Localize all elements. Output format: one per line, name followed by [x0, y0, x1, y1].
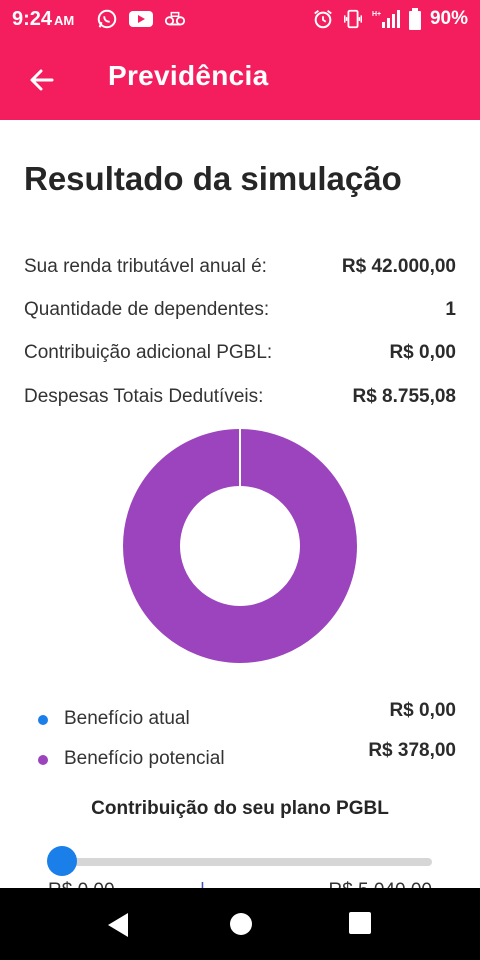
info-row-dependentes: Quantidade de dependentes: 1: [24, 299, 456, 329]
contribution-slider-thumb[interactable]: [47, 846, 77, 876]
info-value: R$ 42.000,00: [341, 256, 456, 277]
vibrate-icon: [343, 9, 362, 29]
status-ampm: AM: [54, 13, 75, 28]
app-title: Previdência: [108, 60, 269, 91]
legend-value: R$ 0,00: [389, 700, 456, 721]
legend-label: Benefício potencial: [64, 748, 225, 769]
status-time: 9:24 AM: [12, 8, 74, 31]
back-button[interactable]: [26, 64, 58, 96]
main-content[interactable]: Resultado da simulação Sua renda tributá…: [0, 120, 480, 888]
legend-item-beneficio-atual: Benefício atual R$ 0,00: [38, 700, 456, 738]
page-title: Resultado da simulação: [24, 160, 402, 197]
info-value: R$ 0,00: [389, 342, 456, 363]
slider-max-label: R$ 5.040,00: [328, 880, 432, 888]
legend-dot: [38, 715, 48, 725]
legend-item-beneficio-potencial: Benefício potencial R$ 378,00: [38, 740, 456, 778]
status-notification-icons: [96, 8, 186, 30]
back-triangle-icon[interactable]: [106, 912, 130, 938]
slider-min-label: R$ 0,00: [48, 880, 115, 888]
info-label: Quantidade de dependentes:: [24, 299, 270, 320]
info-value: 1: [445, 299, 456, 320]
legend-value: R$ 378,00: [368, 740, 456, 761]
legend-label: Benefício atual: [64, 708, 190, 729]
arrow-left-icon: [30, 69, 54, 91]
slider-mid-marker: |: [200, 880, 205, 888]
info-row-contribuicao: Contribuição adicional PGBL: R$ 0,00: [24, 342, 456, 372]
svg-text:H+: H+: [372, 11, 381, 18]
system-nav-bar: [0, 888, 480, 960]
info-label: Sua renda tributável anual é:: [24, 256, 267, 277]
youtube-icon: [129, 11, 153, 27]
battery-percent: 90%: [429, 8, 468, 29]
info-value: R$ 8.755,08: [352, 386, 456, 407]
section-title: Contribuição do seu plano PGBL: [91, 798, 389, 819]
status-right: H+ 90%: [312, 8, 468, 30]
app-bar: Previdência: [0, 38, 480, 120]
status-bar: 9:24 AM H+ 90%: [0, 0, 480, 38]
status-time-text: 9:24: [12, 8, 53, 30]
info-label: Despesas Totais Dedutíveis:: [24, 386, 264, 407]
info-row-renda: Sua renda tributável anual é: R$ 42.000,…: [24, 256, 456, 286]
contribution-slider-track[interactable]: [62, 858, 432, 866]
whatsapp-icon: [97, 9, 117, 29]
info-row-despesas: Despesas Totais Dedutíveis: R$ 8.755,08: [24, 386, 456, 416]
home-circle-icon[interactable]: [229, 912, 253, 936]
signal-icon: H+: [372, 10, 400, 28]
benefit-donut-chart: [123, 429, 357, 663]
battery-icon: [408, 8, 421, 30]
info-label: Contribuição adicional PGBL:: [24, 342, 273, 363]
alarm-icon: [314, 10, 332, 29]
voicemail-icon: [164, 11, 186, 26]
recents-square-icon[interactable]: [349, 912, 371, 934]
legend-dot: [38, 755, 48, 765]
